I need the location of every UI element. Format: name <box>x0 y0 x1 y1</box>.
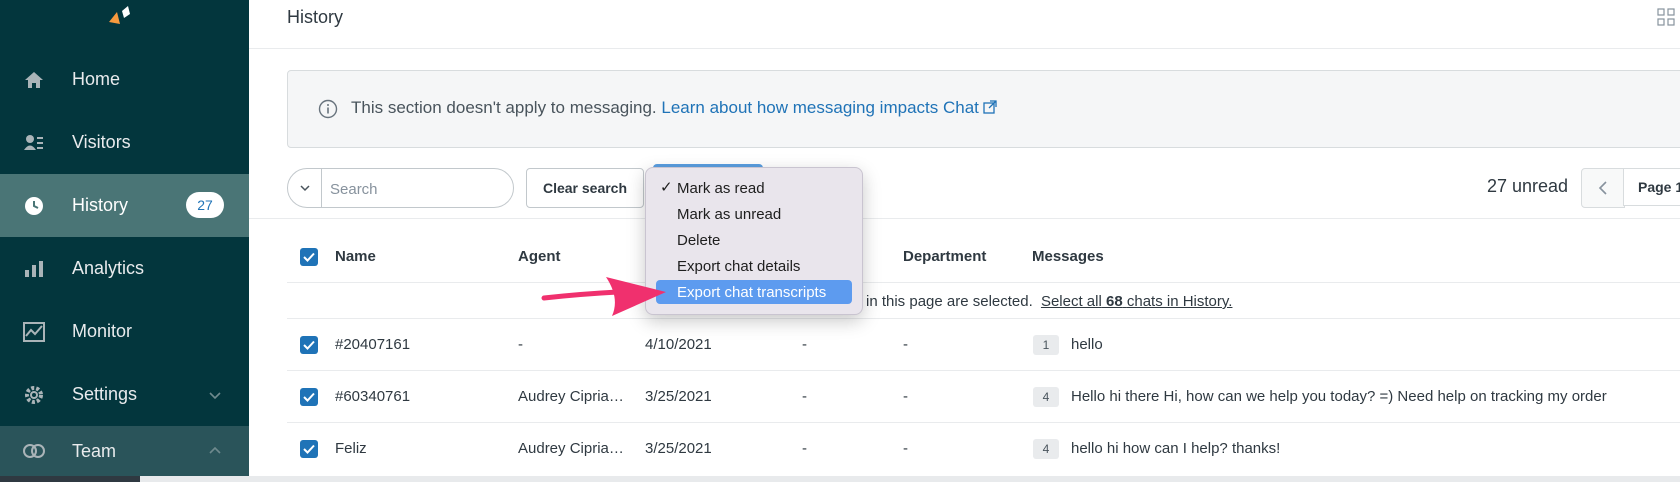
gear-icon <box>23 384 45 406</box>
cell-agent: Audrey Cipria… <box>518 388 624 405</box>
external-link-icon <box>983 100 997 114</box>
message-count-pill: 4 <box>1033 439 1059 459</box>
unread-count: 27 unread <box>1487 176 1569 196</box>
sidebar-item-team[interactable]: Team <box>0 426 249 476</box>
selection-banner-text: in this page are selected. <box>866 293 1033 310</box>
cell-department: - <box>903 388 908 405</box>
table-row[interactable]: Feliz Audrey Cipria… 3/25/2021 - - 4 hel… <box>287 424 1680 474</box>
sidebar-item-analytics[interactable]: Analytics <box>0 237 249 300</box>
row-checkbox[interactable] <box>300 336 318 354</box>
table-header: Name Agent Department Messages <box>287 239 1680 283</box>
table-row[interactable]: #20407161 - 4/10/2021 - - 1 hello <box>287 320 1680 370</box>
unread-count-badge: 27 <box>186 192 224 218</box>
sidebar-item-label: Visitors <box>72 132 131 152</box>
header-divider <box>249 48 1680 49</box>
cell-agent: Audrey Cipria… <box>518 440 624 457</box>
sidebar: Home Visitors History 27 Analytics Monit… <box>0 0 249 476</box>
menu-item-mark-as-unread[interactable]: Mark as unread <box>656 202 852 226</box>
cell-department: - <box>903 440 908 457</box>
bottom-scrollbar[interactable] <box>0 476 1680 482</box>
cell-date: 4/10/2021 <box>645 336 712 353</box>
chevron-down-icon <box>209 391 221 399</box>
sidebar-item-label: Settings <box>72 384 138 404</box>
cell-date: 3/25/2021 <box>645 388 712 405</box>
main-content: History This section doesn't apply to me… <box>249 0 1680 476</box>
cell-name: #60340761 <box>335 388 411 405</box>
selection-banner: in this page are selected. Select all 68… <box>866 293 1232 310</box>
info-icon <box>318 99 338 119</box>
messaging-help-link[interactable]: Learn about how messaging impacts Chat <box>661 98 997 117</box>
sidebar-item-label: History <box>72 195 129 215</box>
select-all-chats-link[interactable]: Select all 68 chats in History. <box>1041 293 1233 310</box>
zendesk-logo-icon <box>109 6 130 24</box>
check-icon <box>303 392 315 402</box>
sidebar-item-home[interactable]: Home <box>0 48 249 111</box>
menu-item-export-chat-details[interactable]: Export chat details <box>656 254 852 278</box>
visitors-icon <box>23 132 45 154</box>
cell-department: - <box>903 336 908 353</box>
sidebar-item-visitors[interactable]: Visitors <box>0 111 249 174</box>
row-divider <box>287 282 1680 283</box>
message-count-pill: 4 <box>1033 387 1059 407</box>
check-icon <box>303 340 315 350</box>
check-icon <box>303 252 315 262</box>
row-checkbox[interactable] <box>300 388 318 406</box>
cell-message: hello hi how can I help? thanks! <box>1071 440 1281 457</box>
select-all-checkbox[interactable] <box>300 248 318 266</box>
cell-column4: - <box>802 440 807 457</box>
row-divider <box>287 318 1680 319</box>
cell-column4: - <box>802 336 807 353</box>
search-box <box>287 168 514 208</box>
menu-item-mark-as-read[interactable]: ✓ Mark as read <box>656 176 852 200</box>
toolbar-divider <box>249 218 1680 219</box>
sidebar-item-history[interactable]: History 27 <box>0 174 249 237</box>
menu-item-delete[interactable]: Delete <box>656 228 852 252</box>
bulk-actions-menu: ✓ Mark as read Mark as unread Delete Exp… <box>645 167 863 315</box>
messaging-notice: This section doesn't apply to messaging.… <box>287 70 1680 148</box>
cell-name: #20407161 <box>335 336 411 353</box>
cell-column4: - <box>802 388 807 405</box>
column-header-agent[interactable]: Agent <box>518 248 561 265</box>
apps-grid-icon[interactable] <box>1657 8 1675 26</box>
analytics-icon <box>23 258 45 280</box>
cell-date: 3/25/2021 <box>645 440 712 457</box>
previous-page-button[interactable] <box>1581 168 1625 208</box>
checkmark-icon: ✓ <box>660 179 673 196</box>
sidebar-item-label: Home <box>72 69 121 89</box>
cell-message: hello <box>1071 336 1103 353</box>
table-row[interactable]: #60340761 Audrey Cipria… 3/25/2021 - - 4… <box>287 372 1680 422</box>
search-input[interactable] <box>328 177 502 201</box>
row-checkbox[interactable] <box>300 440 318 458</box>
cell-name: Feliz <box>335 440 367 457</box>
sidebar-item-label: Analytics <box>72 258 145 278</box>
cell-message: Hello hi there Hi, how can we help you t… <box>1071 388 1607 405</box>
clear-search-button[interactable]: Clear search <box>526 168 644 208</box>
chevron-left-icon <box>1598 181 1607 195</box>
sidebar-item-label: Monitor <box>72 321 133 341</box>
clock-icon <box>23 195 45 217</box>
column-header-name[interactable]: Name <box>335 248 376 265</box>
page-selector[interactable]: Page 1 <box>1623 168 1680 206</box>
notice-text: This section doesn't apply to messaging. <box>351 98 657 117</box>
sidebar-item-label: Team <box>72 440 117 461</box>
message-count-pill: 1 <box>1033 335 1059 355</box>
column-header-messages[interactable]: Messages <box>1032 248 1104 265</box>
row-divider <box>287 422 1680 423</box>
page-title: History <box>287 7 344 27</box>
monitor-icon <box>23 321 45 343</box>
column-header-department[interactable]: Department <box>903 248 986 265</box>
search-filter-toggle[interactable] <box>288 169 322 207</box>
sidebar-item-settings[interactable]: Settings <box>0 363 249 426</box>
annotation-arrow-icon <box>541 277 666 316</box>
check-icon <box>303 444 315 454</box>
menu-item-export-chat-transcripts[interactable]: Export chat transcripts <box>656 280 852 304</box>
chevron-down-icon <box>299 185 310 192</box>
sidebar-item-monitor[interactable]: Monitor <box>0 300 249 363</box>
row-divider <box>287 370 1680 371</box>
team-icon <box>23 440 45 462</box>
cell-agent: - <box>518 336 523 353</box>
chevron-up-icon <box>209 446 221 454</box>
home-icon <box>23 69 45 91</box>
